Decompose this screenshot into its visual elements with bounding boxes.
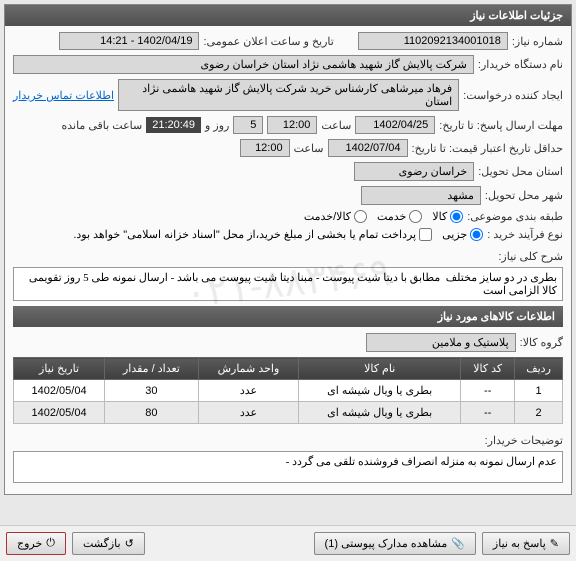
panel-title: جزئیات اطلاعات نیاز: [5, 5, 571, 26]
goods-section-header: اطلاعات کالاهای مورد نیاز: [13, 306, 563, 327]
th-code: کد کالا: [461, 358, 515, 380]
check-treasury[interactable]: پرداخت تمام یا بخشی از مبلغ خرید،از محل …: [73, 228, 432, 241]
time-label-2: ساعت: [294, 142, 324, 155]
group-label: گروه کالا:: [520, 336, 563, 349]
city-value: مشهد: [361, 186, 481, 205]
days-label: روز و: [205, 119, 229, 132]
province-label: استان محل تحویل:: [478, 165, 563, 178]
back-button[interactable]: ↺ بازگشت: [72, 532, 145, 555]
th-unit: واحد شمارش: [198, 358, 298, 380]
days-value: 5: [233, 116, 263, 134]
radio-partial[interactable]: جزیی: [442, 228, 483, 241]
province-value: خراسان رضوی: [354, 162, 474, 181]
radio-both-input[interactable]: [354, 210, 367, 223]
button-bar: ✎ پاسخ به نیاز 📎 مشاهده مدارک پیوستی (1)…: [0, 525, 576, 561]
radio-both[interactable]: کالا/خدمت: [304, 210, 367, 223]
contact-link[interactable]: اطلاعات تماس خریدار: [13, 89, 114, 102]
check-treasury-input[interactable]: [419, 228, 432, 241]
process-label: نوع فرآیند خرید :: [487, 228, 563, 241]
exit-button[interactable]: ⏻ خروج: [6, 532, 66, 555]
need-no-value: 1102092134001018: [358, 32, 508, 50]
attachment-icon: 📎: [451, 537, 465, 550]
back-icon: ↺: [125, 537, 134, 550]
countdown: 21:20:49: [146, 117, 201, 133]
deadline-label: مهلت ارسال پاسخ: تا تاریخ:: [439, 119, 563, 132]
reply-button[interactable]: ✎ پاسخ به نیاز: [482, 532, 570, 555]
buyer-value: شرکت پالایش گاز شهید هاشمی نژاد استان خر…: [13, 55, 474, 74]
validity-date: 1402/07/04: [328, 139, 408, 157]
table-row[interactable]: 1 -- بطری یا ویال شیشه ای عدد 30 1402/05…: [14, 380, 563, 402]
buyer-note-label: توضیحات خریدار:: [485, 430, 563, 447]
radio-goods-input[interactable]: [450, 210, 463, 223]
attachments-button[interactable]: 📎 مشاهده مدارک پیوستی (1): [314, 532, 476, 555]
radio-service[interactable]: خدمت: [377, 210, 422, 223]
city-label: شهر محل تحویل:: [485, 189, 563, 202]
radio-partial-input[interactable]: [470, 228, 483, 241]
desc-label: شرح کلی نیاز:: [498, 246, 563, 263]
panel-body: شماره نیاز: 1102092134001018 تاریخ و ساع…: [5, 26, 571, 494]
radio-service-input[interactable]: [409, 210, 422, 223]
th-qty: تعداد / مقدار: [105, 358, 199, 380]
category-group: کالا خدمت کالا/خدمت: [304, 210, 463, 223]
th-name: نام کالا: [299, 358, 461, 380]
creator-label: ایجاد کننده درخواست:: [463, 89, 563, 102]
details-panel: جزئیات اطلاعات نیاز شماره نیاز: 11020921…: [4, 4, 572, 495]
reply-icon: ✎: [550, 537, 559, 550]
table-row[interactable]: 2 -- بطری یا ویال شیشه ای عدد 80 1402/05…: [14, 402, 563, 424]
th-row: ردیف: [515, 358, 563, 380]
pub-date-label: تاریخ و ساعت اعلان عمومی:: [203, 35, 333, 48]
deadline-time: 12:00: [267, 116, 317, 134]
creator-value: فرهاد میرشاهی کارشناس خرید شرکت پالایش گ…: [118, 79, 459, 111]
pub-date-value: 1402/04/19 - 14:21: [59, 32, 199, 50]
validity-time: 12:00: [240, 139, 290, 157]
group-value: پلاستیک و ملامین: [366, 333, 516, 352]
exit-icon: ⏻: [46, 537, 55, 550]
buyer-label: نام دستگاه خریدار:: [478, 58, 563, 71]
category-label: طبقه بندی موضوعی:: [467, 210, 563, 223]
deadline-date: 1402/04/25: [355, 116, 435, 134]
items-table: ردیف کد کالا نام کالا واحد شمارش تعداد /…: [13, 357, 563, 424]
time-label-1: ساعت: [321, 119, 351, 132]
radio-goods[interactable]: کالا: [432, 210, 463, 223]
validity-label: حداقل تاریخ اعتبار قیمت: تا تاریخ:: [412, 142, 563, 155]
buyer-note-text[interactable]: [13, 451, 563, 483]
process-group: جزیی پرداخت تمام یا بخشی از مبلغ خرید،از…: [73, 228, 483, 241]
th-date: تاریخ نیاز: [14, 358, 105, 380]
remain-label: ساعت باقی مانده: [61, 119, 142, 132]
desc-text[interactable]: [13, 267, 563, 301]
table-header-row: ردیف کد کالا نام کالا واحد شمارش تعداد /…: [14, 358, 563, 380]
need-no-label: شماره نیاز:: [512, 35, 563, 48]
